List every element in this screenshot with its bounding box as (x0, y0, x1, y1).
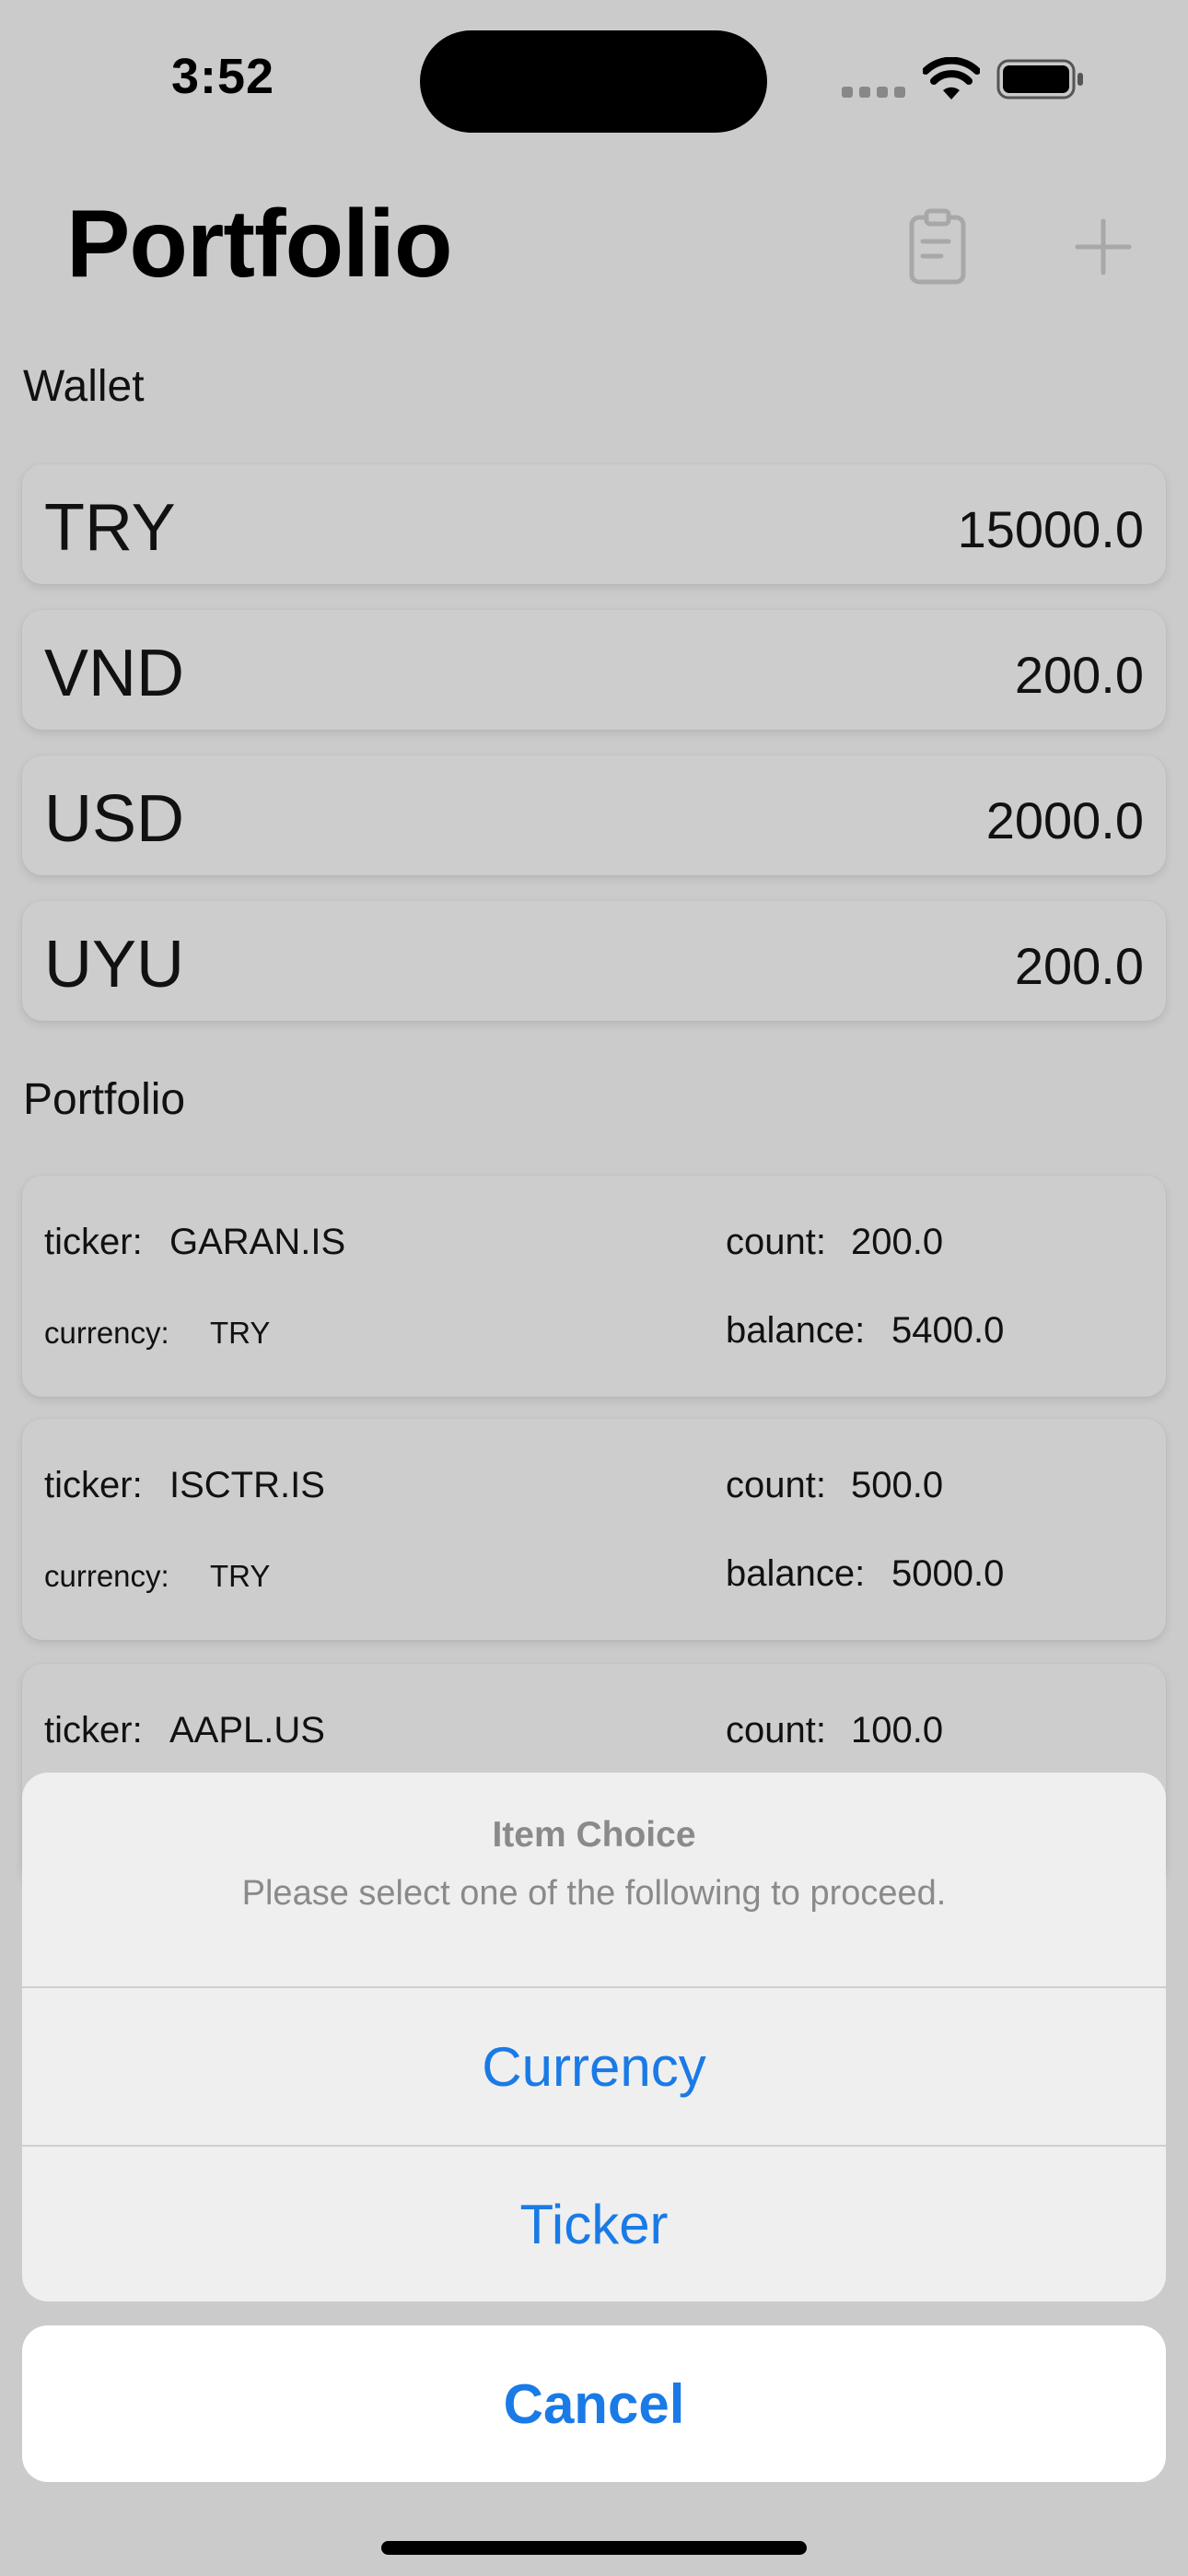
ticker-value: ISCTR.IS (169, 1465, 325, 1505)
ticker-value: GARAN.IS (169, 1222, 346, 1262)
ticker-value: AAPL.US (169, 1710, 325, 1751)
balance-label: balance: (726, 1310, 866, 1351)
portfolio-section-header: Portfolio (23, 1075, 186, 1124)
currency-label: currency: (44, 1559, 169, 1593)
count-value: 100.0 (851, 1710, 944, 1751)
wallet-amount: 200.0 (1014, 937, 1144, 995)
wallet-amount: 200.0 (1014, 646, 1144, 704)
home-indicator[interactable] (381, 2541, 807, 2555)
wallet-currency-code: UYU (44, 928, 185, 1001)
wallet-section-header: Wallet (23, 362, 145, 411)
wallet-row-uyu[interactable]: UYU 200.0 (22, 901, 1166, 1021)
wallet-currency-code: TRY (44, 491, 176, 565)
dynamic-island (420, 30, 767, 133)
currency-label: currency: (44, 1316, 169, 1350)
battery-icon (996, 59, 1083, 100)
portfolio-card-garan[interactable]: ticker: GARAN.IS count: 200.0 currency: … (22, 1176, 1166, 1397)
count-value: 500.0 (851, 1465, 944, 1505)
wallet-row-usd[interactable]: USD 2000.0 (22, 755, 1166, 875)
cancel-button[interactable]: Cancel (22, 2325, 1166, 2482)
wallet-amount: 2000.0 (985, 791, 1144, 849)
action-sheet: Item Choice Please select one of the fol… (22, 1773, 1166, 2301)
balance-value: 5000.0 (891, 1553, 1005, 1594)
status-time: 3:52 (171, 49, 275, 104)
wallet-row-try[interactable]: TRY 15000.0 (22, 464, 1166, 584)
count-label: count: (726, 1222, 826, 1262)
clipboard-icon[interactable] (908, 208, 967, 286)
wallet-currency-code: USD (44, 782, 185, 856)
ticker-action-button[interactable]: Ticker (22, 2147, 1166, 2301)
page-title: Portfolio (66, 191, 452, 298)
count-label: count: (726, 1465, 826, 1505)
ticker-label: ticker: (44, 1222, 143, 1262)
currency-value: TRY (210, 1559, 271, 1593)
wifi-icon (923, 57, 980, 100)
plus-icon[interactable] (1074, 217, 1133, 276)
wallet-row-vnd[interactable]: VND 200.0 (22, 610, 1166, 730)
wallet-amount: 15000.0 (957, 500, 1144, 558)
ticker-label: ticker: (44, 1710, 143, 1751)
balance-value: 5400.0 (891, 1310, 1005, 1351)
cellular-icon (842, 87, 905, 98)
count-value: 200.0 (851, 1222, 944, 1262)
portfolio-card-isctr[interactable]: ticker: ISCTR.IS count: 500.0 currency: … (22, 1419, 1166, 1640)
balance-label: balance: (726, 1553, 866, 1594)
action-sheet-message: Please select one of the following to pr… (241, 1874, 947, 1913)
currency-value: TRY (210, 1316, 271, 1350)
wallet-currency-code: VND (44, 637, 185, 710)
currency-action-button[interactable]: Currency (22, 1988, 1166, 2145)
ticker-label: ticker: (44, 1465, 143, 1505)
count-label: count: (726, 1710, 826, 1751)
action-sheet-title: Item Choice (492, 1815, 696, 1855)
